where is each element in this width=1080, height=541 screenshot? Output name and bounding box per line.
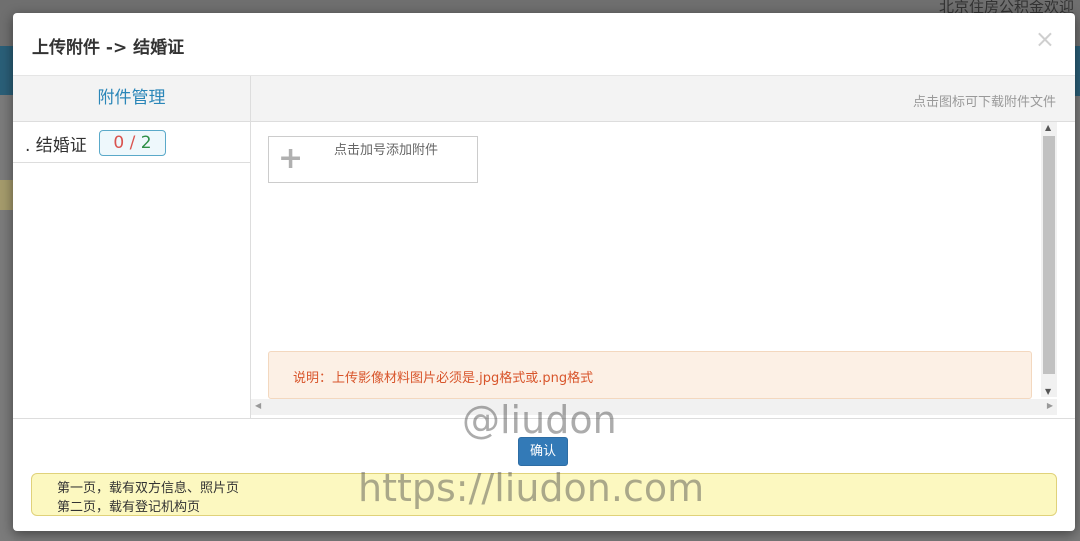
close-icon[interactable]: ×: [1035, 27, 1055, 51]
vertical-scroll-thumb[interactable]: [1043, 136, 1055, 374]
upload-attachment-modal: 上传附件 -> 结婚证 × 附件管理 . 结婚证 0 / 2 点击图标可下载附件…: [13, 13, 1075, 531]
upload-panel-header: 点击图标可下载附件文件: [251, 76, 1075, 122]
page-requirements-tip: 第一页，载有双方信息、照片页 第二页，载有登记机构页: [31, 473, 1057, 516]
attachment-upload-panel: 点击图标可下载附件文件 + 点击加号添加附件 说明：上传影像材料图片必须是.jp…: [251, 76, 1075, 418]
modal-body: 附件管理 . 结婚证 0 / 2 点击图标可下载附件文件 + 点击加号添加附件 …: [13, 76, 1075, 419]
confirm-button[interactable]: 确认: [518, 437, 568, 466]
horizontal-scrollbar[interactable]: ◀ ▶: [251, 399, 1057, 415]
plus-icon: +: [278, 141, 304, 176]
uploaded-count: 0: [113, 133, 125, 153]
vertical-scrollbar[interactable]: ▲ ▼: [1041, 122, 1057, 397]
attachment-category-item-marriage-certificate[interactable]: . 结婚证 0 / 2: [13, 122, 250, 163]
required-count: 2: [140, 133, 152, 153]
scroll-right-icon[interactable]: ▶: [1047, 401, 1053, 410]
scroll-up-icon[interactable]: ▲: [1045, 123, 1051, 132]
format-note: 说明：上传影像材料图片必须是.jpg格式或.png格式: [268, 351, 1032, 399]
scroll-left-icon[interactable]: ◀: [255, 401, 261, 410]
count-separator: /: [124, 133, 141, 153]
tip-line-2: 第二页，载有登记机构页: [57, 500, 201, 515]
add-attachment-label: 点击加号添加附件: [334, 143, 439, 158]
tip-line-1: 第一页，载有双方信息、照片页: [57, 481, 240, 496]
format-note-text: 说明：上传影像材料图片必须是.jpg格式或.png格式: [293, 371, 594, 386]
modal-title: 上传附件 -> 结婚证: [32, 38, 185, 58]
upload-count-badge: 0 / 2: [99, 130, 166, 156]
background-page-left: [0, 95, 14, 541]
download-hint: 点击图标可下载附件文件: [912, 95, 1056, 110]
add-attachment-button[interactable]: + 点击加号添加附件: [268, 136, 478, 183]
background-page-notice: [0, 180, 14, 210]
scroll-down-icon[interactable]: ▼: [1045, 387, 1051, 396]
attachment-category-panel: 附件管理 . 结婚证 0 / 2: [13, 76, 251, 418]
modal-header: 上传附件 -> 结婚证 ×: [13, 13, 1075, 76]
attachment-management-header: 附件管理: [13, 76, 250, 122]
category-label: . 结婚证: [25, 136, 87, 156]
